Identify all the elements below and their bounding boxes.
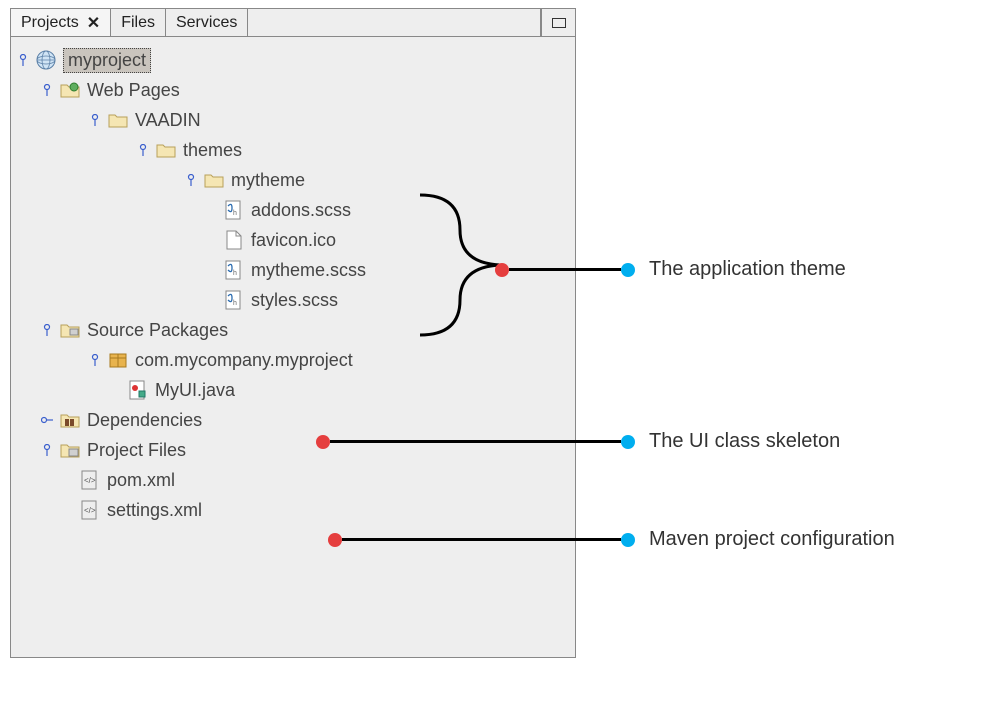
toggle-expanded-icon[interactable] [89,354,101,366]
toggle-expanded-icon[interactable] [137,144,149,156]
node-label: Project Files [87,440,186,461]
toggle-expanded-icon[interactable] [41,324,53,336]
node-label: pom.xml [107,470,175,491]
java-class-icon [127,379,149,401]
xml-file-icon: </> [79,499,101,521]
toggle-expanded-icon[interactable] [41,444,53,456]
node-label: addons.scss [251,200,351,221]
tab-services-label: Services [176,14,237,32]
tree-node-themes[interactable]: themes [17,135,569,165]
toggle-expanded-icon[interactable] [89,114,101,126]
node-label: styles.scss [251,290,338,311]
svg-text:</>: </> [84,506,96,515]
svg-text:</>: </> [84,476,96,485]
annotation-dot-blue-icon [621,263,635,277]
annotation-label: The application theme [649,258,846,281]
annotation-maven: Maven project configuration [328,528,895,551]
svg-text:h: h [233,300,237,307]
folder-source-icon [59,319,81,341]
annotation-theme: The application theme [495,258,846,281]
file-icon [223,229,245,251]
node-label: VAADIN [135,110,201,131]
tab-projects-label: Projects [21,14,79,32]
tree-node-webpages[interactable]: Web Pages [17,75,569,105]
tree-node-vaadin[interactable]: VAADIN [17,105,569,135]
node-label: Source Packages [87,320,228,341]
tab-spacer [248,9,541,36]
svg-text:h: h [233,270,237,277]
annotation-dot-red-icon [328,533,342,547]
annotation-dot-red-icon [316,435,330,449]
node-label: myproject [63,48,151,73]
tree-node-pom-xml[interactable]: </> pom.xml [17,465,569,495]
package-icon [107,349,129,371]
annotation-label: The UI class skeleton [649,430,840,453]
node-label: mytheme [231,170,305,191]
annotation-ui-class: The UI class skeleton [316,430,840,453]
toggle-collapsed-icon[interactable] [41,414,53,426]
tab-files[interactable]: Files [111,9,166,36]
node-label: settings.xml [107,500,202,521]
annotation-line [330,440,621,443]
tab-bar: Projects ✕ Files Services [11,9,575,37]
xml-file-icon: </> [79,469,101,491]
svg-text:h: h [233,210,237,217]
folder-project-icon [59,439,81,461]
toggle-expanded-icon[interactable] [185,174,197,186]
toggle-expanded-icon[interactable] [17,54,29,66]
folder-icon [203,169,225,191]
folder-libs-icon [59,409,81,431]
node-label: com.mycompany.myproject [135,350,353,371]
folder-icon [155,139,177,161]
tree-node-myproject[interactable]: myproject [17,45,569,75]
scss-file-icon: h [223,259,245,281]
tab-projects[interactable]: Projects ✕ [11,9,111,36]
tree-node-settings-xml[interactable]: </> settings.xml [17,495,569,525]
node-label: mytheme.scss [251,260,366,281]
annotation-label: Maven project configuration [649,528,895,551]
annotation-dot-blue-icon [621,533,635,547]
annotation-dot-red-icon [495,263,509,277]
toggle-expanded-icon[interactable] [41,84,53,96]
annotation-line [509,268,621,271]
globe-icon [35,49,57,71]
tab-services[interactable]: Services [166,9,248,36]
scss-file-icon: h [223,199,245,221]
node-label: Dependencies [87,410,202,431]
node-label: MyUI.java [155,380,235,401]
node-label: themes [183,140,242,161]
tree-node-package[interactable]: com.mycompany.myproject [17,345,569,375]
annotation-line [342,538,621,541]
close-icon[interactable]: ✕ [87,13,100,33]
tab-files-label: Files [121,14,155,32]
node-label: Web Pages [87,80,180,101]
tree-node-myui-java[interactable]: MyUI.java [17,375,569,405]
folder-icon [107,109,129,131]
project-tree: myproject Web Pages VAADIN themes [11,37,575,657]
node-label: favicon.ico [251,230,336,251]
annotation-dot-blue-icon [621,435,635,449]
minimize-button[interactable] [541,9,575,36]
minimize-icon [552,18,566,28]
scss-file-icon: h [223,289,245,311]
folder-web-icon [59,79,81,101]
